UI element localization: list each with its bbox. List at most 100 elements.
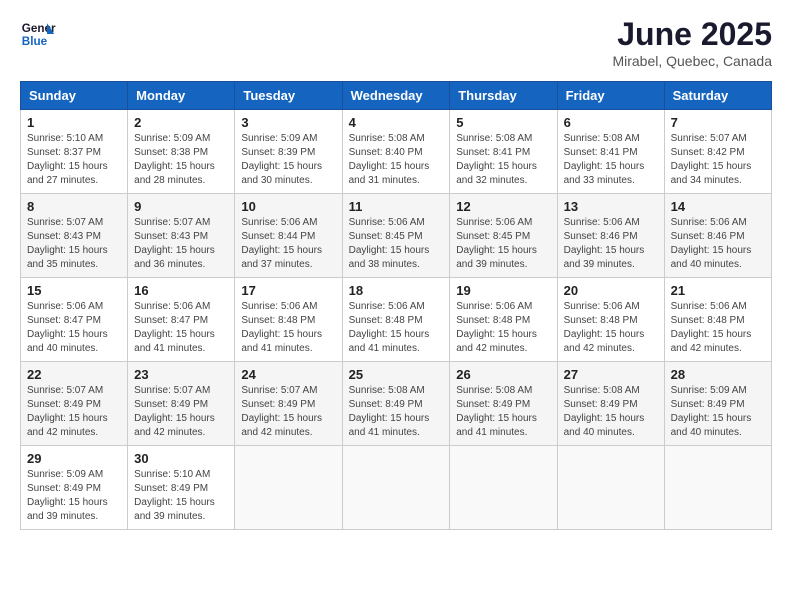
empty-cell xyxy=(342,446,450,530)
empty-cell xyxy=(664,446,771,530)
day-number: 7 xyxy=(671,115,765,130)
empty-cell xyxy=(235,446,342,530)
table-row: 19 Sunrise: 5:06 AMSunset: 8:48 PMDaylig… xyxy=(450,278,557,362)
day-info: Sunrise: 5:10 AMSunset: 8:37 PMDaylight:… xyxy=(27,133,108,186)
day-info: Sunrise: 5:09 AMSunset: 8:38 PMDaylight:… xyxy=(134,133,215,186)
table-row: 2 Sunrise: 5:09 AMSunset: 8:38 PMDayligh… xyxy=(128,110,235,194)
day-number: 15 xyxy=(27,283,121,298)
calendar-week-row: 29 Sunrise: 5:09 AMSunset: 8:49 PMDaylig… xyxy=(21,446,772,530)
day-number: 24 xyxy=(241,367,335,382)
calendar-header-row: Sunday Monday Tuesday Wednesday Thursday… xyxy=(21,82,772,110)
day-number: 9 xyxy=(134,199,228,214)
day-number: 23 xyxy=(134,367,228,382)
day-info: Sunrise: 5:07 AMSunset: 8:49 PMDaylight:… xyxy=(134,385,215,438)
day-info: Sunrise: 5:06 AMSunset: 8:48 PMDaylight:… xyxy=(671,301,752,354)
col-tuesday: Tuesday xyxy=(235,82,342,110)
table-row: 14 Sunrise: 5:06 AMSunset: 8:46 PMDaylig… xyxy=(664,194,771,278)
day-info: Sunrise: 5:07 AMSunset: 8:43 PMDaylight:… xyxy=(27,217,108,270)
table-row: 22 Sunrise: 5:07 AMSunset: 8:49 PMDaylig… xyxy=(21,362,128,446)
day-info: Sunrise: 5:08 AMSunset: 8:49 PMDaylight:… xyxy=(349,385,430,438)
day-info: Sunrise: 5:08 AMSunset: 8:41 PMDaylight:… xyxy=(564,133,645,186)
table-row: 5 Sunrise: 5:08 AMSunset: 8:41 PMDayligh… xyxy=(450,110,557,194)
table-row: 11 Sunrise: 5:06 AMSunset: 8:45 PMDaylig… xyxy=(342,194,450,278)
col-monday: Monday xyxy=(128,82,235,110)
table-row: 1 Sunrise: 5:10 AMSunset: 8:37 PMDayligh… xyxy=(21,110,128,194)
empty-cell xyxy=(450,446,557,530)
day-info: Sunrise: 5:07 AMSunset: 8:49 PMDaylight:… xyxy=(27,385,108,438)
day-number: 13 xyxy=(564,199,658,214)
day-info: Sunrise: 5:06 AMSunset: 8:47 PMDaylight:… xyxy=(27,301,108,354)
table-row: 18 Sunrise: 5:06 AMSunset: 8:48 PMDaylig… xyxy=(342,278,450,362)
table-row: 4 Sunrise: 5:08 AMSunset: 8:40 PMDayligh… xyxy=(342,110,450,194)
day-info: Sunrise: 5:07 AMSunset: 8:43 PMDaylight:… xyxy=(134,217,215,270)
day-info: Sunrise: 5:06 AMSunset: 8:45 PMDaylight:… xyxy=(349,217,430,270)
page-header: General Blue June 2025 Mirabel, Quebec, … xyxy=(20,16,772,69)
day-info: Sunrise: 5:06 AMSunset: 8:45 PMDaylight:… xyxy=(456,217,537,270)
day-number: 27 xyxy=(564,367,658,382)
day-info: Sunrise: 5:10 AMSunset: 8:49 PMDaylight:… xyxy=(134,469,215,522)
table-row: 24 Sunrise: 5:07 AMSunset: 8:49 PMDaylig… xyxy=(235,362,342,446)
day-number: 17 xyxy=(241,283,335,298)
day-number: 20 xyxy=(564,283,658,298)
calendar-week-row: 8 Sunrise: 5:07 AMSunset: 8:43 PMDayligh… xyxy=(21,194,772,278)
day-number: 29 xyxy=(27,451,121,466)
day-info: Sunrise: 5:09 AMSunset: 8:39 PMDaylight:… xyxy=(241,133,322,186)
col-wednesday: Wednesday xyxy=(342,82,450,110)
day-info: Sunrise: 5:08 AMSunset: 8:49 PMDaylight:… xyxy=(564,385,645,438)
table-row: 25 Sunrise: 5:08 AMSunset: 8:49 PMDaylig… xyxy=(342,362,450,446)
day-number: 30 xyxy=(134,451,228,466)
table-row: 3 Sunrise: 5:09 AMSunset: 8:39 PMDayligh… xyxy=(235,110,342,194)
table-row: 7 Sunrise: 5:07 AMSunset: 8:42 PMDayligh… xyxy=(664,110,771,194)
day-number: 28 xyxy=(671,367,765,382)
table-row: 28 Sunrise: 5:09 AMSunset: 8:49 PMDaylig… xyxy=(664,362,771,446)
day-number: 11 xyxy=(349,199,444,214)
table-row: 23 Sunrise: 5:07 AMSunset: 8:49 PMDaylig… xyxy=(128,362,235,446)
day-number: 16 xyxy=(134,283,228,298)
table-row: 10 Sunrise: 5:06 AMSunset: 8:44 PMDaylig… xyxy=(235,194,342,278)
logo: General Blue xyxy=(20,16,56,52)
table-row: 17 Sunrise: 5:06 AMSunset: 8:48 PMDaylig… xyxy=(235,278,342,362)
main-title: June 2025 xyxy=(612,16,772,53)
svg-text:Blue: Blue xyxy=(22,35,48,48)
table-row: 20 Sunrise: 5:06 AMSunset: 8:48 PMDaylig… xyxy=(557,278,664,362)
day-info: Sunrise: 5:08 AMSunset: 8:40 PMDaylight:… xyxy=(349,133,430,186)
day-info: Sunrise: 5:06 AMSunset: 8:48 PMDaylight:… xyxy=(349,301,430,354)
calendar-week-row: 22 Sunrise: 5:07 AMSunset: 8:49 PMDaylig… xyxy=(21,362,772,446)
day-number: 8 xyxy=(27,199,121,214)
day-number: 21 xyxy=(671,283,765,298)
day-info: Sunrise: 5:07 AMSunset: 8:42 PMDaylight:… xyxy=(671,133,752,186)
calendar-table: Sunday Monday Tuesday Wednesday Thursday… xyxy=(20,81,772,530)
day-info: Sunrise: 5:07 AMSunset: 8:49 PMDaylight:… xyxy=(241,385,322,438)
day-number: 26 xyxy=(456,367,550,382)
day-info: Sunrise: 5:06 AMSunset: 8:48 PMDaylight:… xyxy=(564,301,645,354)
day-number: 19 xyxy=(456,283,550,298)
day-number: 12 xyxy=(456,199,550,214)
table-row: 9 Sunrise: 5:07 AMSunset: 8:43 PMDayligh… xyxy=(128,194,235,278)
table-row: 27 Sunrise: 5:08 AMSunset: 8:49 PMDaylig… xyxy=(557,362,664,446)
day-info: Sunrise: 5:08 AMSunset: 8:49 PMDaylight:… xyxy=(456,385,537,438)
empty-cell xyxy=(557,446,664,530)
day-number: 25 xyxy=(349,367,444,382)
table-row: 8 Sunrise: 5:07 AMSunset: 8:43 PMDayligh… xyxy=(21,194,128,278)
day-number: 4 xyxy=(349,115,444,130)
day-info: Sunrise: 5:06 AMSunset: 8:46 PMDaylight:… xyxy=(671,217,752,270)
day-info: Sunrise: 5:06 AMSunset: 8:44 PMDaylight:… xyxy=(241,217,322,270)
day-number: 2 xyxy=(134,115,228,130)
table-row: 26 Sunrise: 5:08 AMSunset: 8:49 PMDaylig… xyxy=(450,362,557,446)
day-info: Sunrise: 5:09 AMSunset: 8:49 PMDaylight:… xyxy=(27,469,108,522)
day-number: 1 xyxy=(27,115,121,130)
day-number: 14 xyxy=(671,199,765,214)
table-row: 12 Sunrise: 5:06 AMSunset: 8:45 PMDaylig… xyxy=(450,194,557,278)
table-row: 6 Sunrise: 5:08 AMSunset: 8:41 PMDayligh… xyxy=(557,110,664,194)
day-number: 6 xyxy=(564,115,658,130)
day-info: Sunrise: 5:06 AMSunset: 8:46 PMDaylight:… xyxy=(564,217,645,270)
col-sunday: Sunday xyxy=(21,82,128,110)
day-info: Sunrise: 5:09 AMSunset: 8:49 PMDaylight:… xyxy=(671,385,752,438)
day-info: Sunrise: 5:06 AMSunset: 8:48 PMDaylight:… xyxy=(241,301,322,354)
day-info: Sunrise: 5:06 AMSunset: 8:47 PMDaylight:… xyxy=(134,301,215,354)
table-row: 16 Sunrise: 5:06 AMSunset: 8:47 PMDaylig… xyxy=(128,278,235,362)
day-number: 22 xyxy=(27,367,121,382)
title-block: June 2025 Mirabel, Quebec, Canada xyxy=(612,16,772,69)
table-row: 30 Sunrise: 5:10 AMSunset: 8:49 PMDaylig… xyxy=(128,446,235,530)
day-number: 5 xyxy=(456,115,550,130)
